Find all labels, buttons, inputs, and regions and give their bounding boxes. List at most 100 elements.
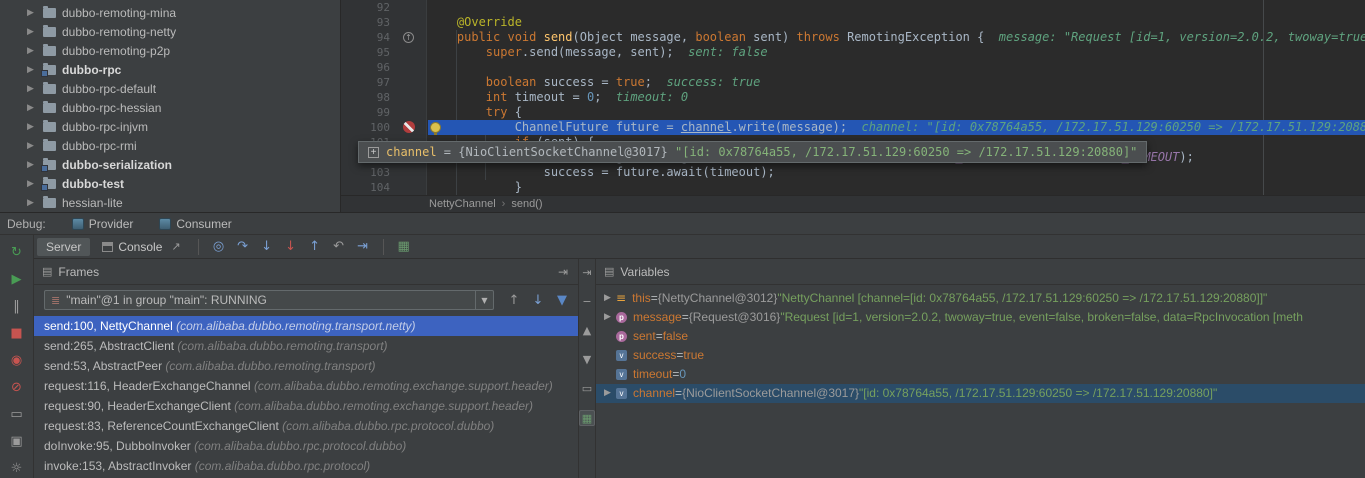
resume-icon[interactable]: ▶ bbox=[0, 266, 33, 293]
frame-row[interactable]: request:116, HeaderExchangeChannel (com.… bbox=[34, 376, 578, 396]
code-line[interactable]: public void send(Object message, boolean… bbox=[428, 30, 1365, 45]
previous-frame-icon[interactable]: ↑ bbox=[506, 293, 522, 308]
tab-server[interactable]: Server bbox=[37, 238, 90, 256]
tree-item[interactable]: ▶dubbo-rpc-default bbox=[0, 79, 340, 98]
gutter-row: 97 bbox=[341, 75, 426, 90]
current-execution-line[interactable]: ChannelFuture future = channel.write(mes… bbox=[428, 120, 1365, 135]
code-lines[interactable]: @Override public void send(Object messag… bbox=[428, 0, 1365, 195]
filter-frames-icon[interactable]: ▼ bbox=[554, 293, 570, 308]
tree-item[interactable]: ▶dubbo-rpc-rmi bbox=[0, 136, 340, 155]
copy-frame-icon[interactable]: ▭ bbox=[579, 381, 595, 397]
intention-bulb-icon[interactable] bbox=[430, 122, 441, 133]
force-step-into-icon[interactable]: ↓ bbox=[279, 239, 303, 254]
stop-icon[interactable]: ■ bbox=[0, 320, 33, 347]
settings-icon[interactable]: ☼ bbox=[0, 455, 33, 478]
variable-name: message bbox=[633, 308, 682, 327]
code-editor[interactable]: 929394↑9596979899100101102103104 @Overri… bbox=[341, 0, 1365, 195]
variable-row[interactable]: ▶≡this = {NettyChannel@3012} "NettyChann… bbox=[596, 289, 1365, 308]
code-line[interactable]: int timeout = 0; timeout: 0 bbox=[428, 90, 1365, 105]
breakpoint-icon[interactable] bbox=[403, 121, 415, 133]
tab-console[interactable]: Console ↗ bbox=[93, 238, 189, 256]
scroll-down-icon[interactable]: ▼ bbox=[579, 352, 595, 368]
local-variable-icon: v bbox=[616, 388, 627, 399]
step-out-icon[interactable]: ↑ bbox=[303, 239, 327, 254]
session-tab-provider[interactable]: Provider bbox=[72, 217, 134, 231]
expand-arrow-icon[interactable]: ▶ bbox=[27, 84, 39, 94]
expand-arrow-icon[interactable]: ▶ bbox=[604, 384, 616, 403]
next-frame-icon[interactable]: ↓ bbox=[530, 293, 546, 308]
tree-item-label: dubbo-rpc-hessian bbox=[62, 101, 161, 115]
drop-frame-icon[interactable]: ↶ bbox=[327, 239, 351, 254]
run-to-cursor-icon[interactable]: ⇥ bbox=[351, 239, 375, 254]
tree-item[interactable]: ▶dubbo-remoting-p2p bbox=[0, 41, 340, 60]
frame-row[interactable]: send:53, AbstractPeer (com.alibaba.dubbo… bbox=[34, 356, 578, 376]
expand-arrow-icon[interactable]: ▶ bbox=[27, 8, 39, 18]
code-line[interactable]: super.send(message, sent); sent: false bbox=[428, 45, 1365, 60]
variable-row[interactable]: ▶pmessage = {Request@3016} "Request [id=… bbox=[596, 308, 1365, 327]
frame-row[interactable]: send:100, NettyChannel (com.alibaba.dubb… bbox=[34, 316, 578, 336]
code-line[interactable]: try { bbox=[428, 105, 1365, 120]
variables-list: ▶≡this = {NettyChannel@3012} "NettyChann… bbox=[596, 289, 1365, 478]
code-line[interactable]: boolean success = true; success: true bbox=[428, 75, 1365, 90]
frame-package: (com.alibaba.dubbo.rpc.protocol.dubbo) bbox=[282, 419, 494, 433]
expand-arrow-icon[interactable]: ▶ bbox=[27, 65, 39, 75]
breadcrumb-method[interactable]: send() bbox=[511, 198, 542, 210]
step-into-icon[interactable]: ↓ bbox=[255, 239, 279, 254]
code-token: channel bbox=[681, 120, 732, 134]
restore-layout-icon[interactable]: ▣ bbox=[0, 428, 33, 455]
tree-item[interactable]: ▶dubbo-rpc bbox=[0, 60, 340, 79]
tree-item[interactable]: ▶hessian-lite bbox=[0, 193, 340, 212]
expand-arrow-icon[interactable]: ▶ bbox=[27, 27, 39, 37]
collapse-icon[interactable]: − bbox=[579, 294, 595, 310]
tree-item[interactable]: ▶dubbo-remoting-netty bbox=[0, 22, 340, 41]
code-line[interactable] bbox=[428, 0, 1365, 15]
view-as-table-icon[interactable]: ▦ bbox=[392, 239, 416, 254]
tree-item[interactable]: ▶dubbo-remoting-mina bbox=[0, 3, 340, 22]
code-line[interactable]: @Override bbox=[428, 15, 1365, 30]
frame-row[interactable]: doInvoke:95, DubboInvoker (com.alibaba.d… bbox=[34, 436, 578, 456]
mute-breakpoints-icon[interactable]: ⊘ bbox=[0, 374, 33, 401]
tree-item[interactable]: ▶dubbo-serialization bbox=[0, 155, 340, 174]
external-window-icon[interactable]: ↗ bbox=[171, 240, 180, 253]
tree-item[interactable]: ▶ dubbo-rpc-hessian bbox=[0, 98, 340, 117]
frames-pin-icon[interactable]: ⇥ bbox=[558, 265, 568, 279]
expand-arrow-icon[interactable]: ▶ bbox=[27, 179, 39, 189]
frame-row[interactable]: send:265, AbstractClient (com.alibaba.du… bbox=[34, 336, 578, 356]
step-over-icon[interactable]: ↷ bbox=[231, 239, 255, 254]
frame-row[interactable]: request:83, ReferenceCountExchangeClient… bbox=[34, 416, 578, 436]
local-variable-icon: v bbox=[616, 369, 627, 380]
expand-value-icon[interactable]: + bbox=[368, 147, 379, 158]
expand-arrow-icon[interactable]: ▶ bbox=[604, 289, 616, 308]
breadcrumb-class[interactable]: NettyChannel bbox=[429, 198, 496, 210]
rerun-icon[interactable]: ↻ bbox=[0, 239, 33, 266]
chevron-down-icon[interactable]: ▼ bbox=[475, 291, 493, 309]
pause-icon[interactable]: ‖ bbox=[0, 293, 33, 320]
code-line[interactable]: success = future.await(timeout); bbox=[428, 165, 1365, 180]
variable-row[interactable]: ▶vchannel = {NioClientSocketChannel@3017… bbox=[596, 384, 1365, 403]
expand-arrow-icon[interactable]: ▶ bbox=[27, 141, 39, 151]
variable-row[interactable]: vsuccess = true bbox=[596, 346, 1365, 365]
code-line[interactable]: } bbox=[428, 180, 1365, 195]
expand-arrow-icon[interactable]: ▶ bbox=[27, 103, 39, 113]
tree-item[interactable]: ▶dubbo-test bbox=[0, 174, 340, 193]
scroll-up-icon[interactable]: ▲ bbox=[579, 323, 595, 339]
expand-arrow-icon[interactable]: ▶ bbox=[27, 198, 39, 208]
pin-panel-icon[interactable]: ⇥ bbox=[579, 265, 595, 281]
variable-row[interactable]: psent = false bbox=[596, 327, 1365, 346]
evaluate-grid-icon[interactable]: ▦ bbox=[579, 410, 595, 426]
frame-row[interactable]: invoke:153, AbstractInvoker (com.alibaba… bbox=[34, 456, 578, 476]
screen-icon[interactable]: ▭ bbox=[0, 401, 33, 428]
expand-arrow-icon[interactable]: ▶ bbox=[604, 308, 616, 327]
expand-arrow-icon[interactable]: ▶ bbox=[27, 160, 39, 170]
show-execution-point-icon[interactable]: ◎ bbox=[207, 239, 231, 254]
tree-item[interactable]: ▶dubbo-rpc-injvm bbox=[0, 117, 340, 136]
view-breakpoints-icon[interactable]: ◉ bbox=[0, 347, 33, 374]
code-line[interactable] bbox=[428, 60, 1365, 75]
frame-row[interactable]: request:90, HeaderExchangeClient (com.al… bbox=[34, 396, 578, 416]
variable-row[interactable]: vtimeout = 0 bbox=[596, 365, 1365, 384]
expand-arrow-icon[interactable]: ▶ bbox=[27, 122, 39, 132]
expand-arrow-icon[interactable]: ▶ bbox=[27, 46, 39, 56]
session-tab-consumer[interactable]: Consumer bbox=[159, 217, 231, 231]
override-marker-icon[interactable]: ↑ bbox=[403, 32, 414, 43]
thread-selector[interactable]: ≣ "main"@1 in group "main": RUNNING ▼ bbox=[44, 290, 494, 310]
